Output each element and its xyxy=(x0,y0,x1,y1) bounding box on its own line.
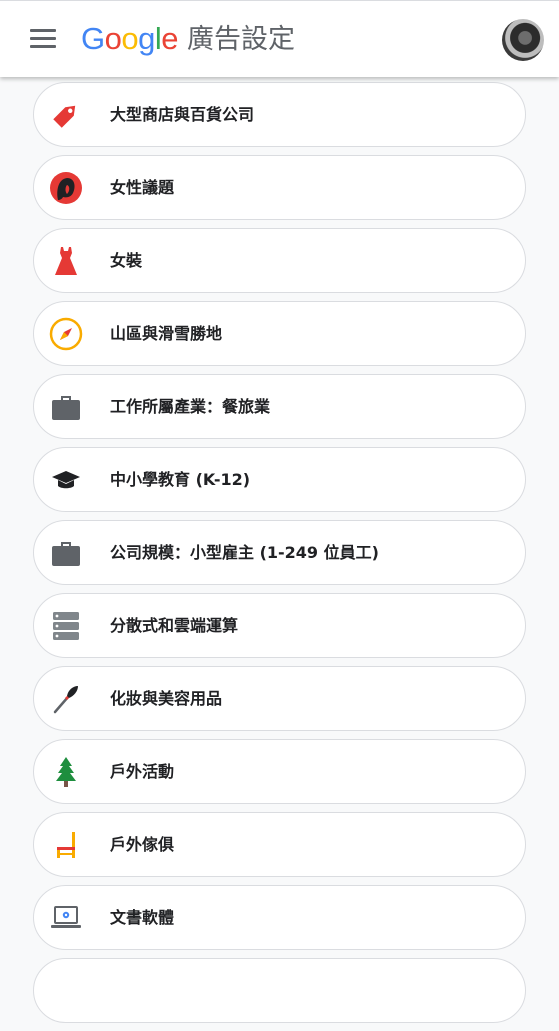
topic-item[interactable]: 女性議題 xyxy=(33,155,526,220)
laptop-icon xyxy=(49,901,83,935)
topic-label: 女裝 xyxy=(110,251,143,270)
topic-item[interactable]: 工作所屬產業：餐旅業 xyxy=(33,374,526,439)
logo-letter: o xyxy=(121,21,139,56)
google-logo: Google xyxy=(81,21,179,57)
app-header: Google 廣告設定 xyxy=(0,0,559,77)
topic-list: 大型商店與百貨公司 女性議題 女裝 山區與滑雪勝地 工作所屬產業：餐旅業 中小學… xyxy=(33,82,526,1031)
topic-label: 戶外活動 xyxy=(110,762,175,781)
topic-label: 化妝與美容用品 xyxy=(110,689,223,708)
topic-label: 大型商店與百貨公司 xyxy=(110,105,255,124)
chair-icon xyxy=(49,828,83,862)
topic-item[interactable]: 山區與滑雪勝地 xyxy=(33,301,526,366)
dress-icon xyxy=(49,244,83,278)
topic-item[interactable]: 公司規模：小型雇主 (1-249 位員工) xyxy=(33,520,526,585)
topic-item[interactable]: 戶外傢俱 xyxy=(33,812,526,877)
topic-item[interactable]: 戶外活動 xyxy=(33,739,526,804)
logo-letter: G xyxy=(81,21,105,56)
briefcase-icon xyxy=(49,536,83,570)
graduation-cap-icon xyxy=(49,463,83,497)
briefcase-icon xyxy=(49,390,83,424)
topic-label: 分散式和雲端運算 xyxy=(110,616,239,635)
topic-item[interactable]: 大型商店與百貨公司 xyxy=(33,82,526,147)
logo-letter: e xyxy=(161,21,179,56)
topic-label: 公司規模：小型雇主 (1-249 位員工) xyxy=(110,543,379,562)
topic-label: 文書軟體 xyxy=(110,908,175,927)
price-tag-icon xyxy=(49,98,83,132)
logo-letter: g xyxy=(138,21,155,56)
topic-label: 中小學教育 (K-12) xyxy=(110,470,251,489)
makeup-brush-icon xyxy=(49,682,83,716)
topic-item[interactable]: 文書軟體 xyxy=(33,885,526,950)
topic-label: 山區與滑雪勝地 xyxy=(110,324,223,343)
account-avatar[interactable] xyxy=(502,19,544,61)
menu-icon[interactable] xyxy=(30,29,56,49)
topic-label: 工作所屬產業：餐旅業 xyxy=(110,397,271,416)
topic-label: 戶外傢俱 xyxy=(110,835,175,854)
topic-item[interactable]: 分散式和雲端運算 xyxy=(33,593,526,658)
page-title: 廣告設定 xyxy=(187,24,295,55)
topic-item[interactable]: 中小學教育 (K-12) xyxy=(33,447,526,512)
server-rack-icon xyxy=(49,609,83,643)
woman-silhouette-icon xyxy=(49,171,83,205)
topic-item[interactable]: 女裝 xyxy=(33,228,526,293)
topic-item[interactable] xyxy=(33,958,526,1023)
logo-letter: o xyxy=(104,21,122,56)
pine-tree-icon xyxy=(49,755,83,789)
compass-icon xyxy=(49,317,83,351)
topic-item[interactable]: 化妝與美容用品 xyxy=(33,666,526,731)
topic-label: 女性議題 xyxy=(110,178,175,197)
